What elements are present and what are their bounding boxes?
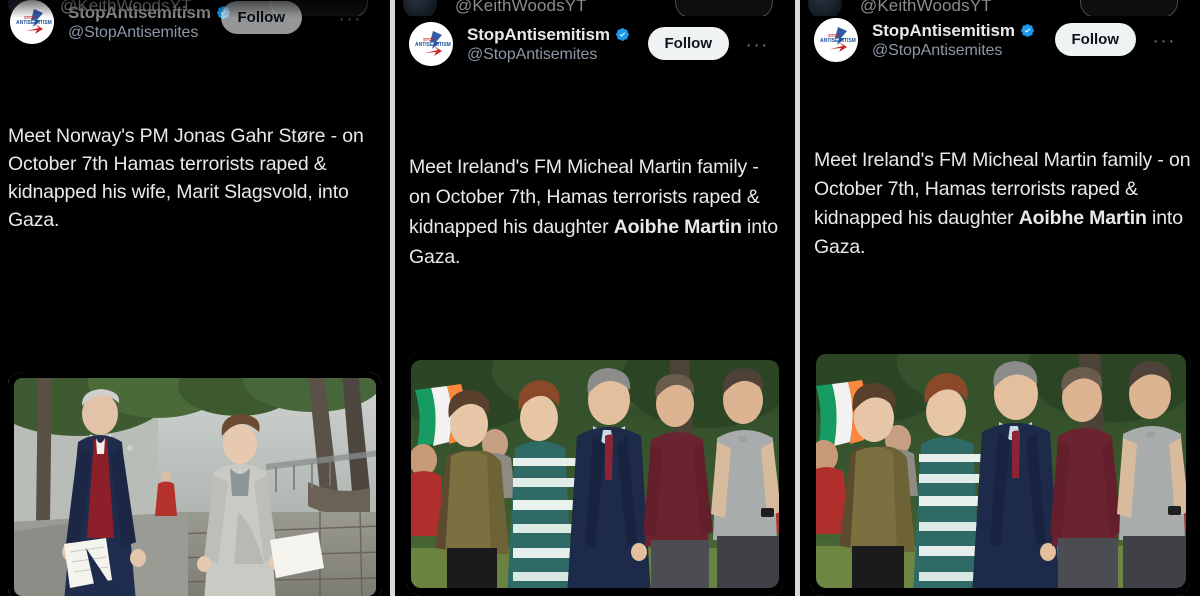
display-name[interactable]: StopAntisemitism xyxy=(872,21,1015,41)
tweet-header-1: STOP ANTISEMITISM StopAntisemitism @Stop… xyxy=(10,0,380,48)
tweet-panel-3: @KeithWoodsYT STOP ANTISEMITISM StopAnti… xyxy=(800,0,1200,596)
clipped-tweet-above-2: @KeithWoodsYT xyxy=(395,0,795,16)
more-options-icon[interactable]: ··· xyxy=(1153,32,1176,51)
follow-button[interactable]: Follow xyxy=(647,27,729,60)
screenshot-collage: @KeithWoodsYT STOP ANTISEMITISM StopAnti… xyxy=(0,0,1200,596)
account-handle[interactable]: @StopAntisemites xyxy=(68,24,231,42)
tweet-image-1[interactable] xyxy=(8,372,382,596)
account-handle[interactable]: @StopAntisemites xyxy=(467,46,630,64)
avatar[interactable]: STOP ANTISEMITISM xyxy=(814,18,858,62)
verified-badge-icon xyxy=(616,28,629,41)
clipped-follow-button[interactable] xyxy=(1080,0,1178,16)
svg-text:ANTISEMITISM: ANTISEMITISM xyxy=(16,20,52,26)
clipped-avatar-icon xyxy=(403,0,437,16)
clipped-handle-label: @KeithWoodsYT xyxy=(455,0,587,15)
follow-button[interactable]: Follow xyxy=(1054,23,1136,56)
clipped-tweet-above-3: @KeithWoodsYT xyxy=(800,0,1200,16)
victim-name-bold: Aoibhe Martin xyxy=(1018,207,1147,229)
verified-badge-icon xyxy=(1021,24,1034,37)
svg-text:ANTISEMITISM: ANTISEMITISM xyxy=(415,42,451,48)
clipped-avatar-icon xyxy=(808,0,842,16)
tweet-paragraph: Meet Ireland's FM Micheal Martin family … xyxy=(409,152,783,272)
tweet-paragraph: Meet Norway's PM Jonas Gahr Støre - on O… xyxy=(8,125,369,231)
tweet-image-3[interactable] xyxy=(810,346,1190,596)
tweet-paragraph: Meet Ireland's FM Micheal Martin family … xyxy=(814,146,1194,262)
account-identity-1: StopAntisemitism @StopAntisemites xyxy=(68,3,231,42)
clipped-handle-label: @KeithWoodsYT xyxy=(860,0,992,15)
victim-name-bold: Aoibhe Martin xyxy=(613,216,742,238)
tweet-image-2[interactable] xyxy=(407,352,783,596)
account-identity-2: StopAntisemitism @StopAntisemites xyxy=(467,25,630,64)
display-name[interactable]: StopAntisemitism xyxy=(467,25,610,45)
follow-button[interactable]: Follow xyxy=(220,1,302,34)
avatar[interactable]: STOP ANTISEMITISM xyxy=(409,22,453,66)
more-options-icon[interactable]: ··· xyxy=(746,36,769,55)
avatar[interactable]: STOP ANTISEMITISM xyxy=(10,0,54,44)
tweet-panel-2: @KeithWoodsYT STOP ANTISEMITISM StopAnti… xyxy=(395,0,795,596)
more-options-icon[interactable]: ··· xyxy=(339,10,362,29)
svg-text:ANTISEMITISM: ANTISEMITISM xyxy=(820,38,856,44)
clipped-follow-button[interactable] xyxy=(675,0,773,16)
tweet-header-3: STOP ANTISEMITISM StopAntisemitism @Stop… xyxy=(814,16,1190,64)
account-identity-3: StopAntisemitism @StopAntisemites xyxy=(872,21,1035,60)
account-handle[interactable]: @StopAntisemites xyxy=(872,42,1035,60)
display-name[interactable]: StopAntisemitism xyxy=(68,3,211,23)
tweet-header-2: STOP ANTISEMITISM StopAntisemitism @Stop… xyxy=(409,20,785,68)
tweet-panel-1: @KeithWoodsYT STOP ANTISEMITISM StopAnti… xyxy=(0,0,390,596)
